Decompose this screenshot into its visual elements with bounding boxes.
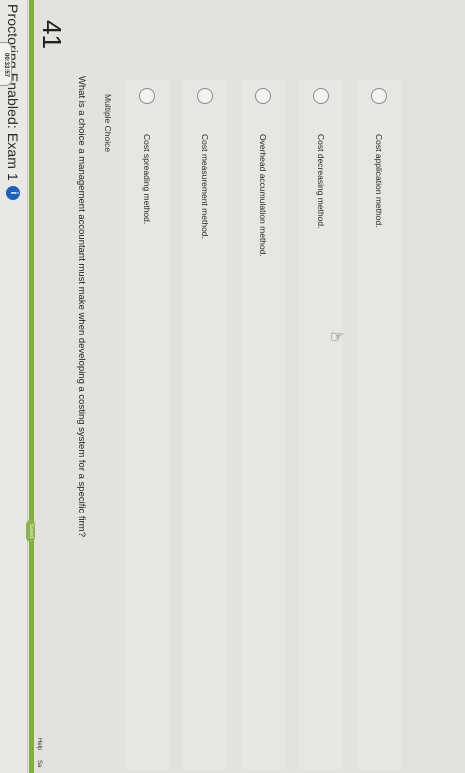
window-titlebar: Proctoring Enabled: Exam 1 i [0,0,28,773]
question-text: What is a choice a management accountant… [76,76,87,537]
radio-button[interactable] [255,88,271,104]
answer-option[interactable]: Cost application method. [357,80,401,770]
radio-button[interactable] [313,88,329,104]
answer-option[interactable]: Cost measurement method. [183,80,227,770]
info-icon[interactable]: i [6,185,21,200]
answer-option-label: Cost application method. [374,134,384,228]
answer-option-label: Overhead accumulation method. [258,134,268,257]
progress-rule [29,0,34,773]
save-exit-link[interactable]: Sa [36,760,42,767]
timer-pill[interactable]: 00:33:57 [0,42,12,86]
answer-option-label: Cost decreasing method. [316,134,326,229]
answer-option[interactable]: Overhead accumulation method. [241,80,285,770]
question-number: 41 [37,20,67,49]
radio-button[interactable] [197,88,213,104]
answer-option-label: Cost spreading method. [142,134,152,225]
answer-option-label: Cost measurement method. [200,134,210,239]
radio-button[interactable] [371,88,387,104]
saved-badge: Saved [26,520,35,542]
exam-page: Proctoring Enabled: Exam 1 i Saved Help … [0,0,465,773]
screen: Proctoring Enabled: Exam 1 i Saved Help … [0,0,465,773]
radio-button[interactable] [139,88,155,104]
question-type-label: Multiple Choice [103,94,113,153]
window-title: Proctoring Enabled: Exam 1 [5,4,22,181]
help-link[interactable]: Help [36,738,42,750]
answer-option[interactable]: Cost spreading method. [125,80,169,770]
answer-option[interactable]: Cost decreasing method. [299,80,343,770]
timer-value: 00:33:57 [3,52,9,78]
pointer-hand-icon: ☞ [329,329,345,347]
